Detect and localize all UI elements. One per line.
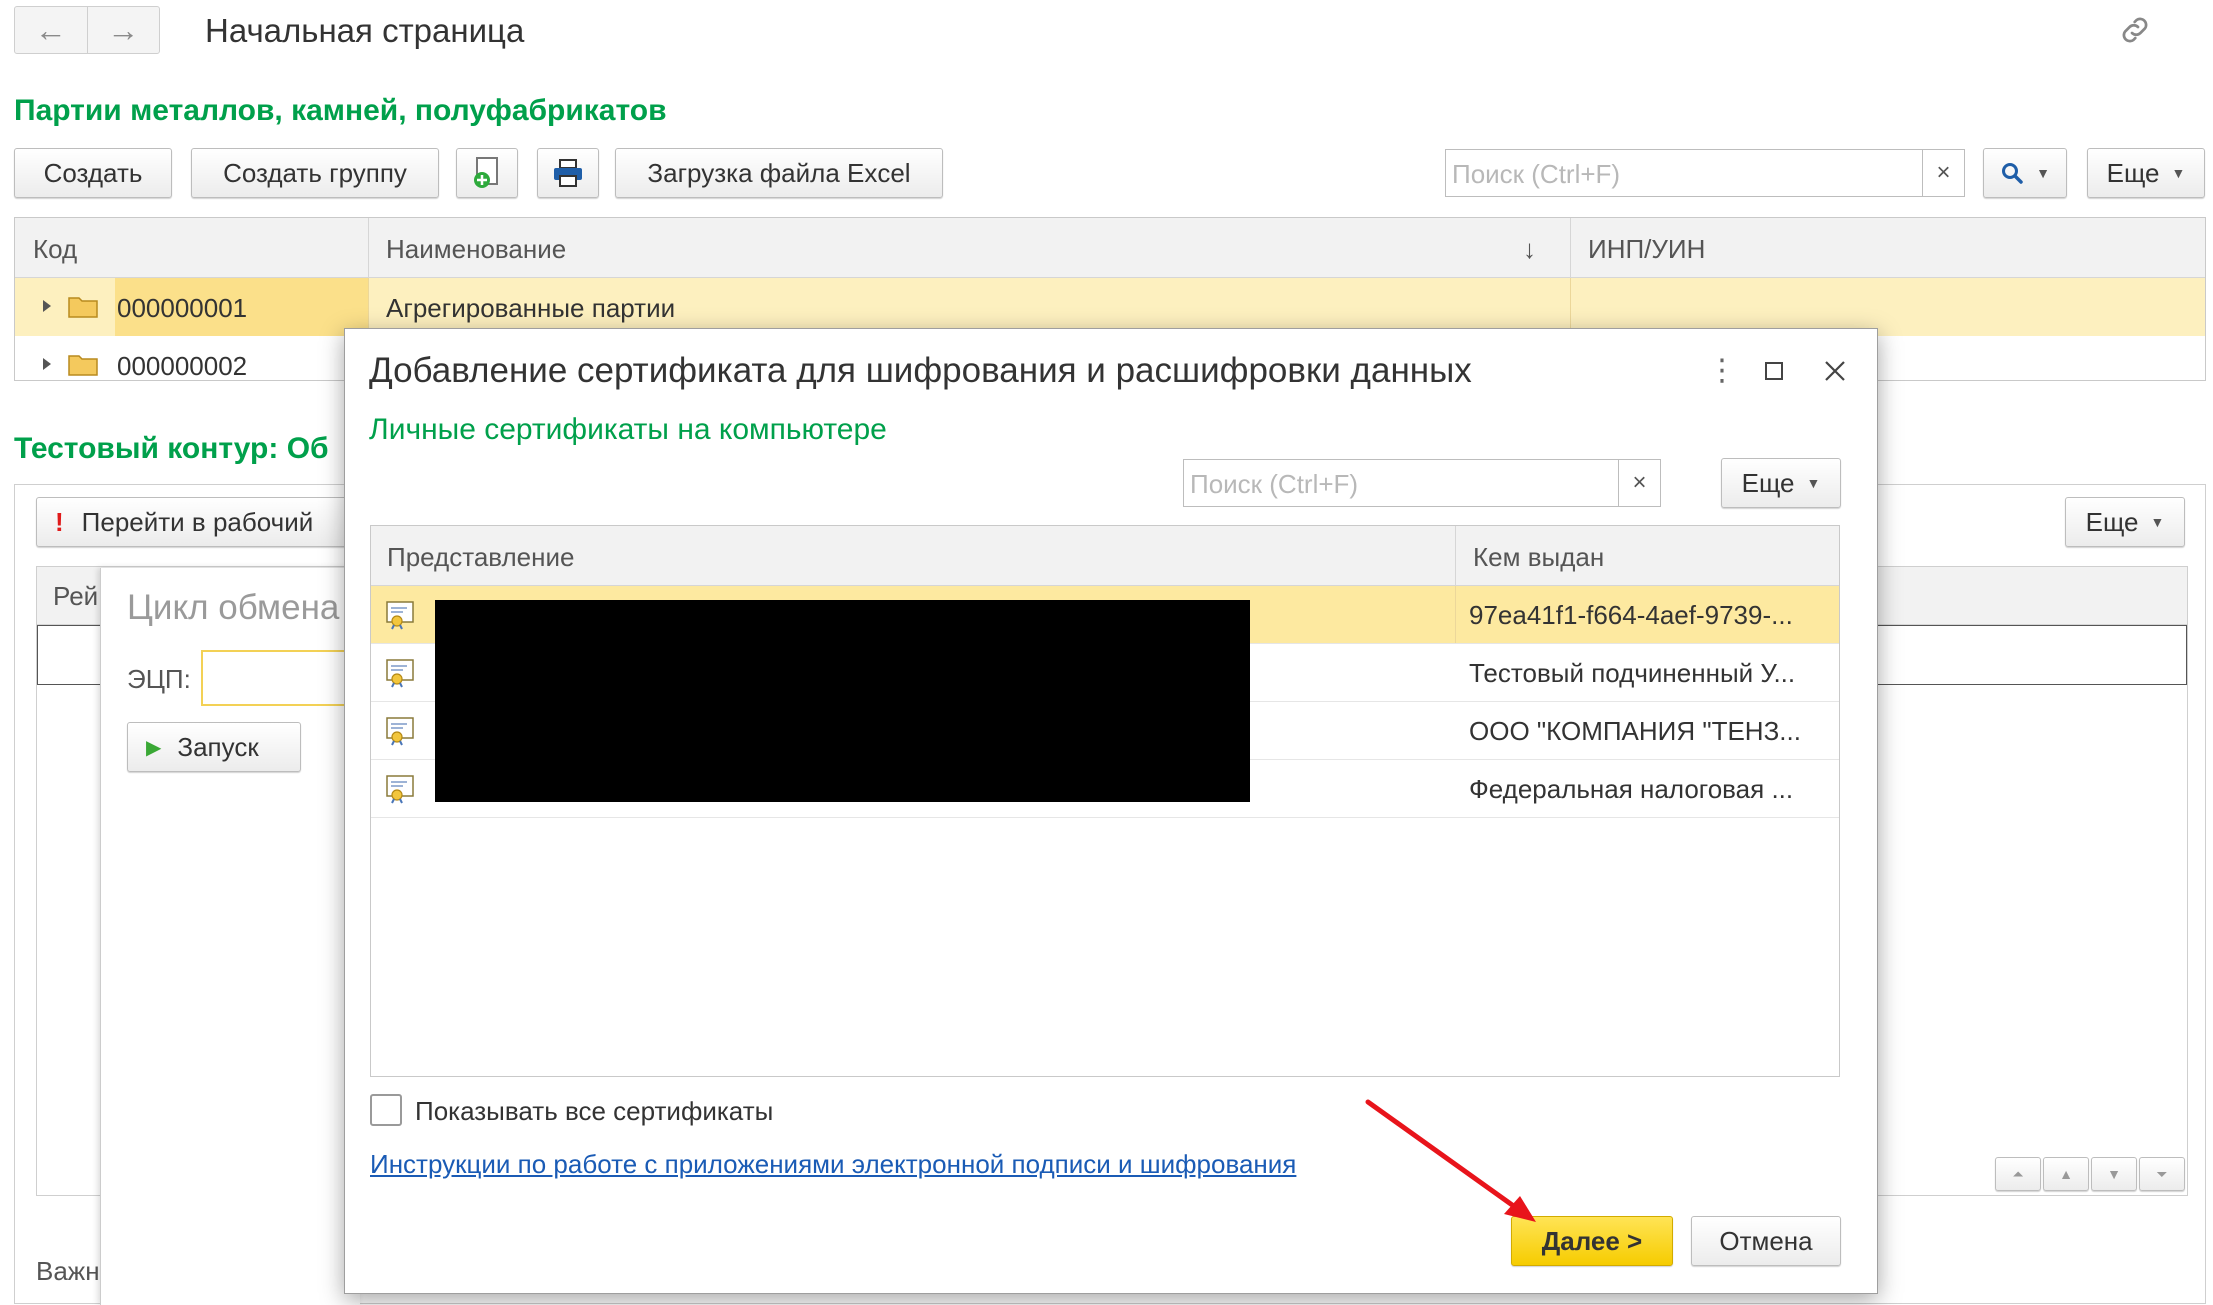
play-icon: ▶ [146, 736, 162, 759]
catalog-search: Поиск (Ctrl+F) × [1445, 149, 1965, 197]
print-button[interactable] [537, 148, 599, 198]
arrow-right-icon: → [107, 11, 140, 48]
chevron-down-icon: ▼ [2150, 514, 2165, 530]
create-group-button-label: Создать группу [223, 157, 407, 188]
chevron-down-icon: ▼ [2171, 165, 2186, 181]
dialog-search-clear-button[interactable]: × [1618, 460, 1660, 506]
show-all-label[interactable]: Показывать все сертификаты [415, 1096, 773, 1127]
scroll-down-icon[interactable]: ▼ [2091, 1157, 2137, 1191]
run-button[interactable]: ▶ Запуск [127, 722, 301, 772]
dialog-subtitle: Личные сертификаты на компьютере [369, 413, 887, 446]
create-button-label: Создать [43, 157, 143, 188]
column-header-code[interactable]: Код [33, 234, 77, 265]
dialog-more-label: Еще [1741, 467, 1795, 498]
catalog-title: Партии металлов, камней, полуфабрикатов [14, 94, 667, 127]
certificate-icon [386, 659, 414, 688]
row-code: 000000001 [117, 293, 248, 323]
annotation-arrow-icon [1365, 1099, 1536, 1222]
dialog-title: Добавление сертификата для шифрования и … [369, 351, 1472, 390]
forward-button[interactable]: → [86, 7, 160, 53]
history-nav: ← → [14, 6, 160, 54]
goto-work-label: Перейти в рабочий [81, 506, 314, 537]
catalog-more-button[interactable]: Еще ▼ [2087, 148, 2205, 198]
goto-work-button[interactable]: ! Перейти в рабочий [36, 497, 356, 547]
maximize-icon[interactable] [1765, 362, 1783, 380]
certificate-issuer: ООО "КОМПАНИЯ "ТЕНЗ... [1469, 716, 1801, 746]
search-icon [2002, 163, 2023, 184]
load-excel-label: Загрузка файла Excel [647, 157, 911, 188]
expand-icon[interactable] [43, 300, 51, 312]
page-title: Начальная страница [205, 12, 525, 49]
certificates-table-header: Представление Кем выдан [371, 526, 1839, 586]
column-header-name[interactable]: Наименование [386, 234, 566, 265]
column-header-inp[interactable]: ИНП/УИН [1588, 234, 1705, 265]
table-scroll-controls: ⏶ ▲ ▼ ⏷ [1995, 1157, 2185, 1191]
copy-plus-icon [474, 157, 498, 188]
link-icon[interactable] [2117, 12, 2153, 48]
test-section-title: Тестовый контур: Об [14, 432, 329, 465]
ecp-label: ЭЦП: [127, 664, 191, 694]
catalog-search-input[interactable]: Поиск (Ctrl+F) [1446, 150, 1922, 196]
chevron-down-icon: ▼ [2036, 165, 2050, 181]
printer-icon [554, 159, 582, 187]
certificate-icon [386, 717, 414, 746]
dialog-more-button[interactable]: Еще ▼ [1721, 458, 1841, 508]
cancel-button-label: Отмена [1719, 1225, 1813, 1256]
certificate-issuer: Федеральная налоговая ... [1469, 774, 1794, 804]
warning-icon: ! [55, 506, 64, 537]
more-vertical-icon[interactable]: ⋮ [1707, 353, 1737, 388]
test-more-button[interactable]: Еще ▼ [2065, 497, 2185, 547]
load-excel-button[interactable]: Загрузка файла Excel [615, 148, 943, 198]
scroll-up-icon[interactable]: ▲ [2043, 1157, 2089, 1191]
column-header-issuer[interactable]: Кем выдан [1473, 542, 1604, 573]
copy-button[interactable] [456, 148, 518, 198]
dialog-search-input[interactable]: Поиск (Ctrl+F) [1184, 460, 1618, 506]
dialog-search: Поиск (Ctrl+F) × [1183, 459, 1661, 507]
search-options-button[interactable]: ▼ [1983, 148, 2067, 198]
test-more-label: Еще [2085, 506, 2139, 537]
chevron-down-icon: ▼ [1806, 475, 1821, 491]
folder-icon [68, 355, 98, 376]
row-code: 000000002 [117, 351, 248, 381]
show-all-checkbox[interactable] [370, 1094, 402, 1126]
catalog-table-header: Код Наименование ↓ ИНП/УИН [15, 218, 2205, 278]
redacted-area [435, 600, 1250, 802]
certificate-issuer: 97ea41f1-f664-4aef-9739-... [1469, 600, 1793, 630]
certificate-issuer: Тестовый подчиненный У... [1469, 658, 1796, 688]
instructions-link[interactable]: Инструкции по работе с приложениями элек… [370, 1149, 1296, 1180]
exchange-form-title: Цикл обмена [127, 588, 340, 627]
column-header-partial: Рей [53, 581, 99, 611]
footer-partial: Важн [36, 1256, 100, 1286]
create-group-button[interactable]: Создать группу [191, 148, 439, 198]
certificate-icon [386, 775, 414, 804]
scroll-top-icon[interactable]: ⏶ [1995, 1157, 2041, 1191]
folder-icon [68, 297, 98, 318]
cancel-button[interactable]: Отмена [1691, 1216, 1841, 1266]
exchange-form: Цикл обмена ЭЦП: ▶ Запуск [100, 568, 381, 1305]
run-button-label: Запуск [177, 731, 259, 762]
sort-arrow-icon: ↓ [1523, 234, 1536, 264]
arrow-left-icon: ← [34, 11, 67, 48]
close-icon[interactable] [1823, 359, 1847, 383]
back-button[interactable]: ← [15, 7, 87, 53]
row-name: Агрегированные партии [386, 293, 676, 323]
catalog-search-clear-button[interactable]: × [1922, 150, 1964, 196]
scroll-bottom-icon[interactable]: ⏷ [2139, 1157, 2185, 1191]
catalog-more-label: Еще [2106, 157, 2160, 188]
certificate-icon [386, 601, 414, 630]
create-button[interactable]: Создать [14, 148, 172, 198]
column-header-representation[interactable]: Представление [387, 542, 574, 573]
expand-icon[interactable] [43, 358, 51, 370]
